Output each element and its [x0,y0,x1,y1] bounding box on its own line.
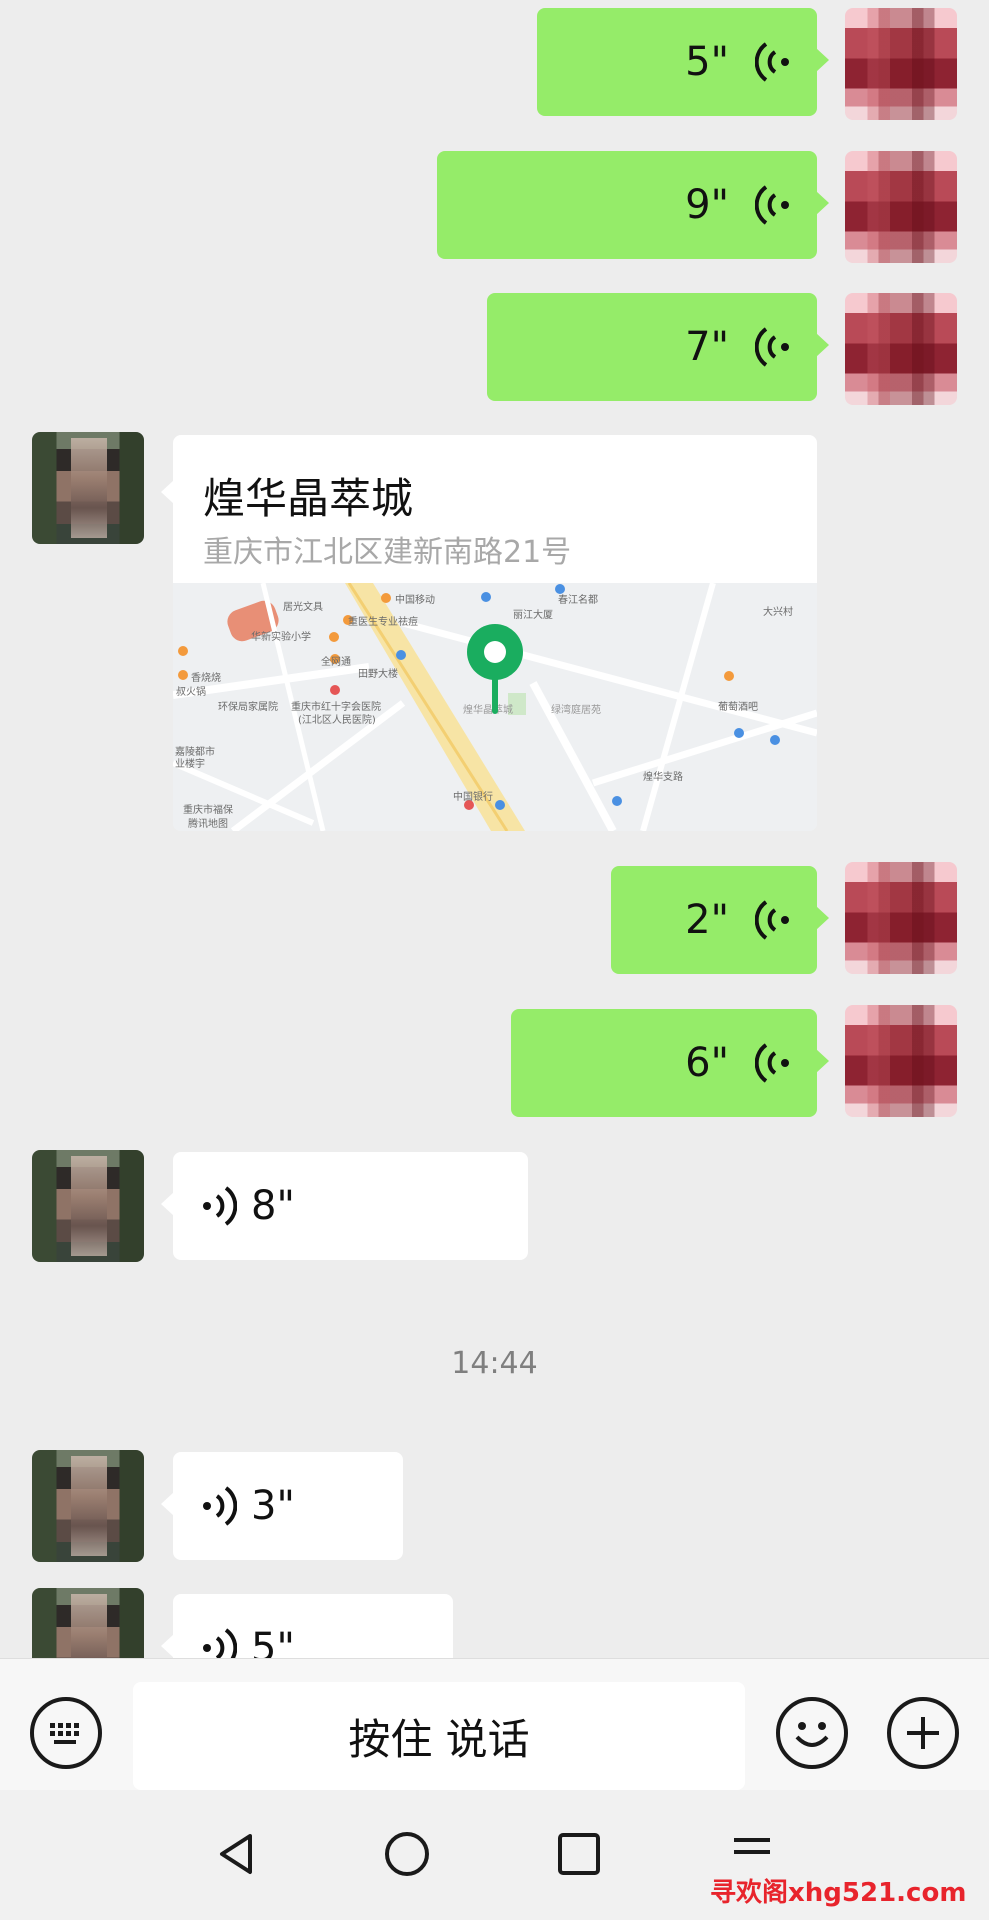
voice-duration: 8" [251,1183,295,1229]
voice-wave-icon [203,1486,237,1526]
system-nav-bar: 寻欢阁xhg521.com [0,1790,989,1920]
map-label: 绿湾庭居苑 [551,705,601,716]
voice-wave-icon [755,1043,789,1083]
map-label: 业楼宇 [175,759,205,770]
voice-message-sent[interactable]: 2" [611,866,829,974]
map-label: 香烧烧 [191,673,221,684]
my-avatar[interactable] [845,8,957,120]
map-label: (江北区人民医院) [298,715,376,726]
map-label: 田野大楼 [358,669,398,680]
input-bar: 按住 说话 [0,1658,989,1791]
map-label: 葡萄酒吧 [718,702,758,713]
voice-message-received[interactable]: 5" [161,1594,453,1658]
home-icon[interactable] [383,1830,431,1878]
map-label: 大兴村 [763,607,793,618]
emoji-icon [795,1722,829,1747]
voice-wave-icon [755,900,789,940]
my-avatar[interactable] [845,293,957,405]
map-preview[interactable]: 中国移动 居光文具 重医生专业祛痘 丽江大厦 春江名都 华新实验小学 全网通 田… [173,583,817,831]
voice-duration: 5" [251,1625,295,1658]
more-button[interactable] [887,1697,959,1769]
map-label: 叔火锅 [176,687,206,698]
emoji-button[interactable] [776,1697,848,1769]
map-label: 中国移动 [395,595,435,606]
voice-message-sent[interactable]: 6" [511,1009,829,1117]
my-avatar[interactable] [845,1005,957,1117]
map-label: 华新实验小学 [251,632,311,643]
my-avatar[interactable] [845,151,957,263]
hold-to-talk-button[interactable]: 按住 说话 [133,1682,745,1790]
map-label: 腾讯地图 [188,819,228,830]
voice-duration: 9" [685,182,729,228]
contact-avatar[interactable] [32,432,144,544]
plus-icon [907,1717,939,1749]
voice-wave-icon [755,42,789,82]
voice-wave-icon [755,327,789,367]
voice-wave-icon [755,185,789,225]
voice-message-received[interactable]: 3" [161,1452,403,1560]
voice-duration: 3" [251,1483,295,1529]
location-address: 重庆市江北区建新南路21号 [203,535,572,570]
contact-avatar[interactable] [32,1150,144,1262]
chat-area[interactable]: 5" 9" 7" 煌华晶萃城 重庆市江北区建新南路21号 中国移动 居光文具 重… [0,0,989,1658]
voice-wave-icon [203,1186,237,1226]
map-label: 丽江大厦 [513,610,553,621]
keyboard-icon [50,1723,79,1744]
voice-wave-icon [203,1628,237,1658]
menu-icon[interactable] [728,1830,776,1878]
voice-duration: 6" [685,1040,729,1086]
voice-message-sent[interactable]: 5" [537,8,829,116]
back-icon[interactable] [212,1830,260,1878]
map-label: 居光文具 [283,602,323,613]
location-message[interactable]: 煌华晶萃城 重庆市江北区建新南路21号 中国移动 居光文具 重医生专业祛痘 丽江… [173,435,817,831]
map-pin-icon [467,624,523,714]
message-timestamp: 14:44 [451,1346,538,1381]
my-avatar[interactable] [845,862,957,974]
map-label: 重庆市福保 [183,805,233,816]
voice-message-received[interactable]: 8" [161,1152,528,1260]
map-label: 春江名都 [558,595,598,606]
map-label: 中国银行 [453,792,493,803]
contact-avatar[interactable] [32,1450,144,1562]
map-label: 环保局家属院 [218,702,278,713]
voice-duration: 7" [685,324,729,370]
keyboard-toggle-button[interactable] [30,1697,102,1769]
map-label: 全网通 [321,657,351,668]
map-label: 重医生专业祛痘 [348,617,418,628]
voice-message-sent[interactable]: 7" [487,293,829,401]
watermark: 寻欢阁xhg521.com [710,1878,967,1908]
map-label: 煌华支路 [643,772,683,783]
location-name: 煌华晶萃城 [203,474,414,523]
voice-message-sent[interactable]: 9" [437,151,829,259]
voice-duration: 5" [685,39,729,85]
voice-duration: 2" [685,897,729,943]
contact-avatar[interactable] [32,1588,144,1658]
recents-icon[interactable] [555,1830,603,1878]
